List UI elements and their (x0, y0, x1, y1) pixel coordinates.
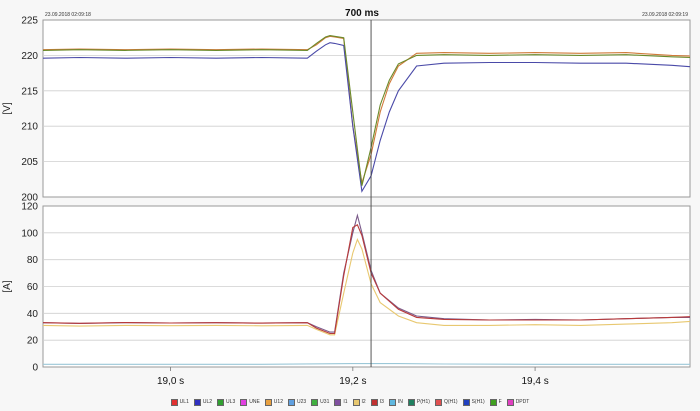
legend-item-qh1[interactable]: Q(H1) (434, 398, 459, 406)
legend-label: DPDT (515, 399, 530, 405)
start-timestamp: 23.09.2018 02:09:18 (45, 12, 91, 18)
legend-label: F (498, 399, 502, 405)
legend-swatch (193, 398, 201, 406)
plot-area-voltage (42, 19, 691, 198)
ytick-current-100: 100 (21, 228, 38, 239)
legend-item-i1[interactable]: I1 (333, 398, 348, 406)
legend-swatch (388, 398, 396, 406)
ylabel-current: [A] (2, 280, 13, 292)
legend-swatch (240, 398, 248, 406)
legend-label: U31 (320, 399, 330, 405)
legend-item-une[interactable]: UNE (239, 398, 261, 406)
xtick-19.4: 19,4 s (521, 376, 548, 387)
legend-label: I2 (361, 399, 366, 405)
legend-swatch (434, 398, 442, 406)
legend-label: I1 (343, 399, 348, 405)
ytick-current-20: 20 (27, 336, 39, 347)
legend-label: U12 (273, 399, 283, 405)
legend-label: Q(H1) (443, 399, 458, 405)
legend-item-ul1[interactable]: UL1 (170, 398, 190, 406)
ytick-current-80: 80 (27, 255, 39, 266)
legend-label: UNE (249, 399, 260, 405)
legend-label: S(H1) (471, 399, 485, 405)
legend-swatch (264, 398, 272, 406)
legend-item-dpdt[interactable]: DPDT (506, 398, 531, 406)
legend-label: I3 (379, 399, 384, 405)
legend-label: U23 (296, 399, 307, 405)
legend-label: UL3 (226, 399, 236, 405)
legend-label: UL2 (202, 399, 213, 405)
legend-swatch (334, 398, 342, 406)
legend-item-ph1[interactable]: P(H1) (407, 398, 431, 406)
ytick-current-0: 0 (32, 363, 38, 374)
legend-swatch (352, 398, 360, 406)
legend-swatch (170, 398, 178, 406)
legend-item-u31[interactable]: U31 (310, 398, 330, 406)
legend-item-u23[interactable]: U23 (287, 398, 307, 406)
legend-swatch (407, 398, 415, 406)
legend-swatch (370, 398, 378, 406)
chart-svg: 23.09.2018 02:09:18 23.09.2018 02:09:19 70… (2, 8, 691, 387)
legend-swatch (217, 398, 225, 406)
legend-item-i2[interactable]: I2 (352, 398, 367, 406)
legend-item-ul2[interactable]: UL2 (193, 398, 213, 406)
legend-label: IN (397, 399, 403, 405)
ytick-voltage-215: 215 (21, 86, 38, 97)
legend-swatch (462, 398, 470, 406)
legend-item-u12[interactable]: U12 (264, 398, 284, 406)
ytick-voltage-210: 210 (21, 122, 38, 133)
legend-swatch (489, 398, 497, 406)
xtick-19: 19,0 s (157, 376, 184, 387)
legend-item-f[interactable]: F (489, 398, 503, 406)
ytick-current-60: 60 (27, 282, 39, 293)
ytick-current-40: 40 (27, 309, 39, 320)
legend-item-i3[interactable]: I3 (370, 398, 385, 406)
ytick-voltage-225: 225 (21, 16, 38, 27)
legend-item-ul3[interactable]: UL3 (216, 398, 236, 406)
legend: UL1 UL2 UL3 UNE U12 U23 U31 I1 I2 I3 IN P(H1) Q(H1) S… (0, 394, 700, 410)
legend-label: UL1 (179, 399, 189, 405)
legend-item-sh1[interactable]: S(H1) (462, 398, 486, 406)
ytick-voltage-220: 220 (21, 51, 38, 62)
ytick-current-120: 120 (21, 202, 38, 213)
end-timestamp: 23.09.2018 02:09:19 (642, 12, 688, 18)
ylabel-voltage: [V] (2, 102, 13, 114)
legend-swatch (311, 398, 319, 406)
legend-swatch (287, 398, 295, 406)
chart-window: 23.09.2018 02:09:18 23.09.2018 02:09:19 70… (0, 0, 700, 411)
legend-item-in[interactable]: IN (388, 398, 404, 406)
legend-label: P(H1) (416, 399, 430, 405)
ytick-voltage-205: 205 (21, 157, 38, 168)
window-label: 700 ms (345, 8, 379, 19)
xtick-19.2: 19,2 s (339, 376, 366, 387)
legend-swatch (506, 398, 514, 406)
